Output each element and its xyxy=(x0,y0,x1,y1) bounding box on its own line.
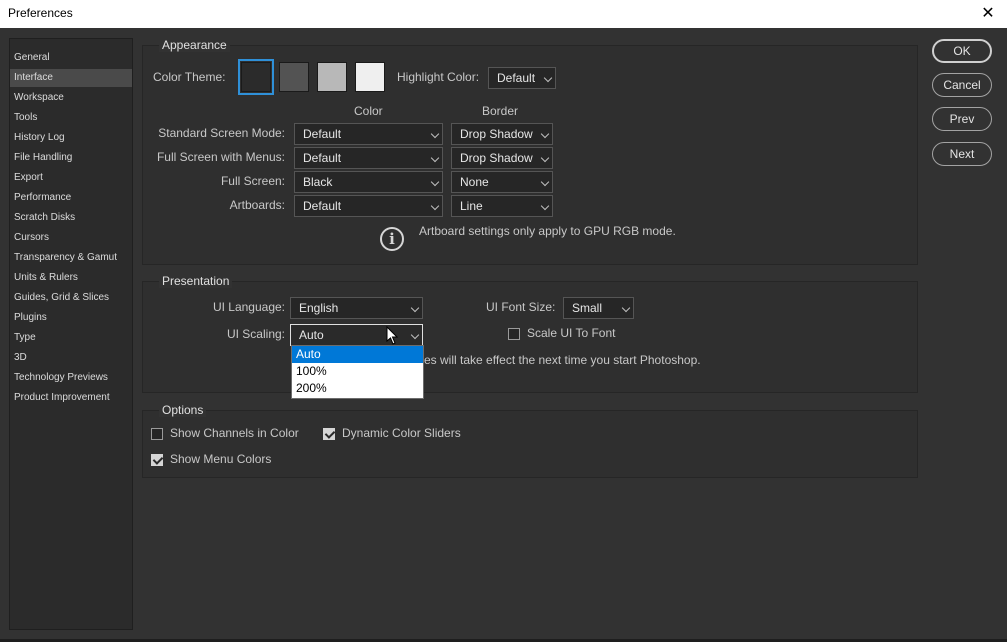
sidebar-item-transparency-gamut[interactable]: Transparency & Gamut xyxy=(10,249,132,267)
select-value: Auto xyxy=(299,328,324,342)
chevron-down-icon xyxy=(540,177,550,187)
artboard-note: Artboard settings only apply to GPU RGB … xyxy=(419,224,676,238)
full-screen-menus-color-select[interactable]: Default xyxy=(294,147,443,169)
artboards-label: Artboards: xyxy=(229,198,285,212)
standard-screen-color-select[interactable]: Default xyxy=(294,123,443,145)
dropdown-option-200[interactable]: 200% xyxy=(292,380,423,397)
sidebar-item-plugins[interactable]: Plugins xyxy=(10,309,132,327)
next-button[interactable]: Next xyxy=(932,142,992,166)
chevron-down-icon xyxy=(540,153,550,163)
ok-button[interactable]: OK xyxy=(932,39,992,63)
show-channels-checkbox[interactable] xyxy=(151,428,163,440)
sidebar-item-file-handling[interactable]: File Handling xyxy=(10,149,132,167)
ui-scaling-select[interactable]: Auto xyxy=(290,324,423,346)
chevron-down-icon xyxy=(540,201,550,211)
sidebar-item-type[interactable]: Type xyxy=(10,329,132,347)
show-menu-colors-label: Show Menu Colors xyxy=(170,452,272,466)
scale-ui-to-font-checkbox[interactable] xyxy=(508,328,520,340)
select-value: Line xyxy=(460,199,483,213)
sidebar: General Interface Workspace Tools Histor… xyxy=(9,38,133,630)
ui-language-label: UI Language: xyxy=(212,300,285,314)
artboards-color-select[interactable]: Default xyxy=(294,195,443,217)
ui-language-select[interactable]: English xyxy=(290,297,423,319)
sidebar-item-guides-grid-slices[interactable]: Guides, Grid & Slices xyxy=(10,289,132,307)
chevron-down-icon xyxy=(543,73,553,83)
standard-screen-border-select[interactable]: Drop Shadow xyxy=(451,123,553,145)
theme-swatch-dark[interactable] xyxy=(279,62,309,92)
select-value: Default xyxy=(303,151,342,165)
dynamic-color-sliders-checkbox[interactable] xyxy=(323,428,335,440)
sidebar-item-technology-previews[interactable]: Technology Previews xyxy=(10,369,132,387)
sidebar-item-tools[interactable]: Tools xyxy=(10,109,132,127)
sidebar-item-performance[interactable]: Performance xyxy=(10,189,132,207)
sidebar-item-3d[interactable]: 3D xyxy=(10,349,132,367)
close-icon[interactable]: ✕ xyxy=(979,3,997,23)
preferences-dialog: General Interface Workspace Tools Histor… xyxy=(0,28,1007,642)
sidebar-item-scratch-disks[interactable]: Scratch Disks xyxy=(10,209,132,227)
select-value: Default xyxy=(303,127,342,141)
restart-note: es will take effect the next time you st… xyxy=(424,353,701,367)
select-value: Small xyxy=(572,301,603,315)
sidebar-item-cursors[interactable]: Cursors xyxy=(10,229,132,247)
select-value: Drop Shadow xyxy=(460,151,533,165)
column-header-border: Border xyxy=(482,104,519,118)
options-title: Options xyxy=(159,403,207,417)
info-icon: i xyxy=(380,227,404,251)
full-screen-border-select[interactable]: None xyxy=(451,171,553,193)
full-screen-menus-border-select[interactable]: Drop Shadow xyxy=(451,147,553,169)
ui-font-size-label: UI Font Size: xyxy=(486,300,556,314)
chevron-down-icon xyxy=(621,303,631,313)
dropdown-option-auto[interactable]: Auto xyxy=(292,346,423,363)
standard-screen-mode-label: Standard Screen Mode: xyxy=(158,126,285,140)
window-title: Preferences xyxy=(8,6,73,20)
theme-swatch-darkest[interactable] xyxy=(238,59,274,95)
theme-swatch-medium[interactable] xyxy=(317,62,347,92)
select-value: Black xyxy=(303,175,333,189)
title-bar: Preferences ✕ xyxy=(0,0,1007,28)
sidebar-item-general[interactable]: General xyxy=(10,49,132,67)
prev-button[interactable]: Prev xyxy=(932,107,992,131)
artboards-border-select[interactable]: Line xyxy=(451,195,553,217)
options-group xyxy=(142,410,918,478)
theme-swatch-light[interactable] xyxy=(355,62,385,92)
presentation-title: Presentation xyxy=(159,274,233,288)
chevron-down-icon xyxy=(430,201,440,211)
sidebar-item-interface[interactable]: Interface xyxy=(10,69,132,87)
mouse-cursor-icon xyxy=(386,326,399,345)
ui-font-size-select[interactable]: Small xyxy=(563,297,634,319)
dynamic-color-sliders-label: Dynamic Color Sliders xyxy=(342,426,461,440)
chevron-down-icon xyxy=(540,129,550,139)
select-value: English xyxy=(299,301,339,315)
chevron-down-icon xyxy=(430,153,440,163)
sidebar-item-units-rulers[interactable]: Units & Rulers xyxy=(10,269,132,287)
show-channels-label: Show Channels in Color xyxy=(170,426,299,440)
ui-scaling-dropdown-list: Auto 100% 200% xyxy=(291,345,424,399)
highlight-color-select[interactable]: Default xyxy=(488,67,556,89)
select-value: Drop Shadow xyxy=(460,127,533,141)
full-screen-label: Full Screen: xyxy=(220,174,285,188)
chevron-down-icon xyxy=(410,330,420,340)
column-header-color: Color xyxy=(354,104,383,118)
chevron-down-icon xyxy=(410,303,420,313)
highlight-color-label: Highlight Color: xyxy=(397,70,480,84)
select-value: Default xyxy=(303,199,342,213)
appearance-title: Appearance xyxy=(159,38,230,52)
scale-ui-to-font-label: Scale UI To Font xyxy=(527,326,616,340)
select-value: None xyxy=(460,175,489,189)
show-menu-colors-checkbox[interactable] xyxy=(151,454,163,466)
sidebar-item-product-improvement[interactable]: Product Improvement xyxy=(10,389,132,407)
highlight-color-value: Default xyxy=(497,71,536,85)
sidebar-item-export[interactable]: Export xyxy=(10,169,132,187)
chevron-down-icon xyxy=(430,177,440,187)
full-screen-menus-label: Full Screen with Menus: xyxy=(156,150,285,164)
sidebar-item-history-log[interactable]: History Log xyxy=(10,129,132,147)
ui-scaling-label: UI Scaling: xyxy=(226,327,285,341)
dropdown-option-100[interactable]: 100% xyxy=(292,363,423,380)
sidebar-item-workspace[interactable]: Workspace xyxy=(10,89,132,107)
cancel-button[interactable]: Cancel xyxy=(932,73,992,97)
color-theme-label: Color Theme: xyxy=(153,70,226,84)
full-screen-color-select[interactable]: Black xyxy=(294,171,443,193)
chevron-down-icon xyxy=(430,129,440,139)
